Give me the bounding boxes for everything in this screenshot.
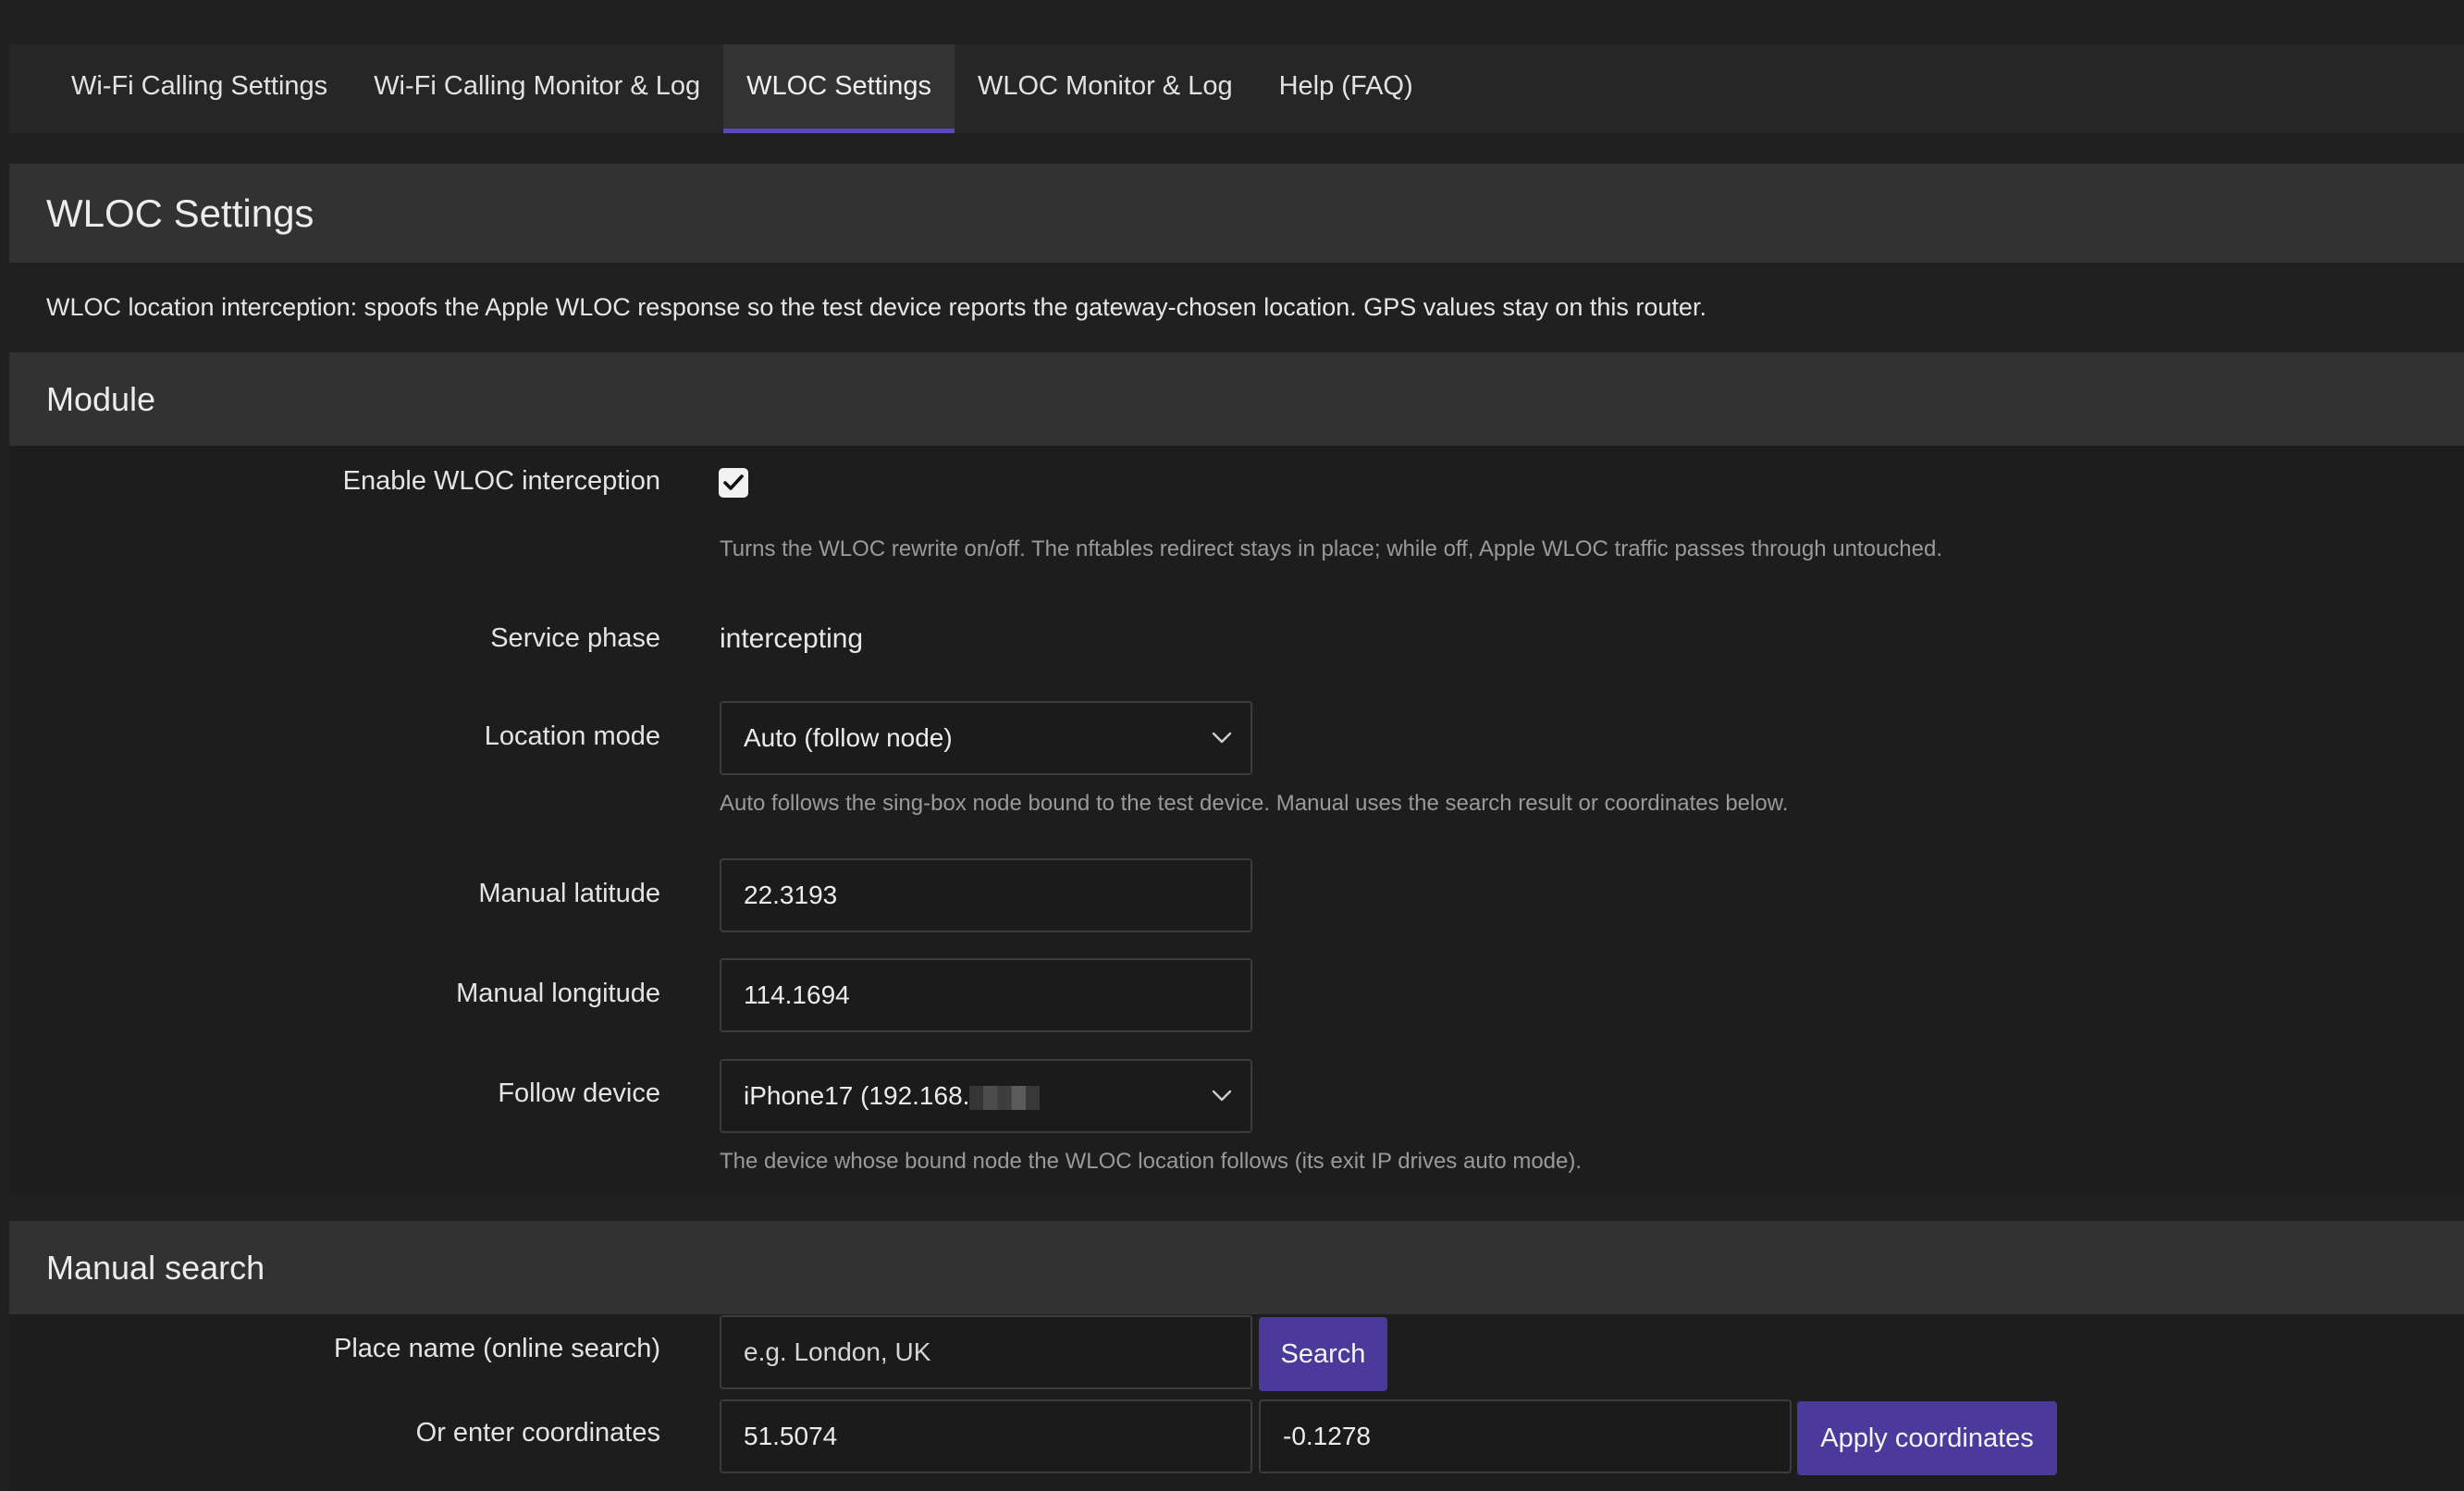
tab-wifi-calling-settings[interactable]: Wi-Fi Calling Settings xyxy=(48,44,351,133)
enter-coordinates-label: Or enter coordinates xyxy=(415,1418,660,1448)
enable-wloc-hint: Turns the WLOC rewrite on/off. The nftab… xyxy=(720,536,1943,561)
apply-coordinates-button[interactable]: Apply coordinates xyxy=(1797,1401,2057,1475)
enable-wloc-label: Enable WLOC interception xyxy=(342,466,660,496)
enable-wloc-checkbox[interactable] xyxy=(719,468,748,498)
service-phase-label: Service phase xyxy=(490,623,660,653)
manual-latitude-label: Manual latitude xyxy=(478,879,660,908)
manual-search-section-heading: Manual search xyxy=(9,1221,2464,1314)
manual-longitude-label: Manual longitude xyxy=(456,979,660,1008)
service-phase-value: intercepting xyxy=(720,623,864,654)
manual-latitude-input[interactable]: 22.3193 xyxy=(720,858,1252,932)
location-mode-hint: Auto follows the sing-box node bound to … xyxy=(720,791,1789,816)
module-section-heading: Module xyxy=(9,352,2464,446)
tab-bar: Wi-Fi Calling Settings Wi-Fi Calling Mon… xyxy=(9,44,2464,133)
follow-device-value: iPhone17 (192.168. xyxy=(744,1081,970,1110)
follow-device-select[interactable]: iPhone17 (192.168. xyxy=(720,1059,1252,1133)
manual-longitude-input[interactable]: 114.1694 xyxy=(720,958,1252,1032)
place-name-label: Place name (online search) xyxy=(333,1334,660,1363)
tab-wloc-monitor-log[interactable]: WLOC Monitor & Log xyxy=(955,44,1256,133)
follow-device-label: Follow device xyxy=(498,1078,660,1108)
chevron-down-icon xyxy=(1212,732,1232,744)
follow-device-value-wrap: iPhone17 (192.168. xyxy=(744,1081,1041,1111)
follow-device-hint: The device whose bound node the WLOC loc… xyxy=(720,1149,1583,1174)
place-name-input[interactable]: e.g. London, UK xyxy=(720,1315,1252,1389)
coordinates-latitude-input[interactable]: 51.5074 xyxy=(720,1399,1252,1473)
location-mode-select[interactable]: Auto (follow node) xyxy=(720,701,1252,775)
tab-wifi-calling-monitor-log[interactable]: Wi-Fi Calling Monitor & Log xyxy=(351,44,723,133)
checkmark-icon xyxy=(723,474,744,490)
location-mode-value: Auto (follow node) xyxy=(744,723,953,752)
redacted-ip-mask xyxy=(969,1085,1041,1110)
page-description: WLOC location interception: spoofs the A… xyxy=(46,293,1706,321)
search-button[interactable]: Search xyxy=(1259,1317,1387,1391)
page-title: WLOC Settings xyxy=(9,164,2464,263)
tab-help-faq[interactable]: Help (FAQ) xyxy=(1256,44,1436,133)
tab-wloc-settings[interactable]: WLOC Settings xyxy=(723,44,955,133)
page: Wi-Fi Calling Settings Wi-Fi Calling Mon… xyxy=(0,0,2464,1491)
coordinates-longitude-input[interactable]: -0.1278 xyxy=(1259,1399,1792,1473)
location-mode-label: Location mode xyxy=(484,721,660,751)
chevron-down-icon xyxy=(1212,1090,1232,1102)
